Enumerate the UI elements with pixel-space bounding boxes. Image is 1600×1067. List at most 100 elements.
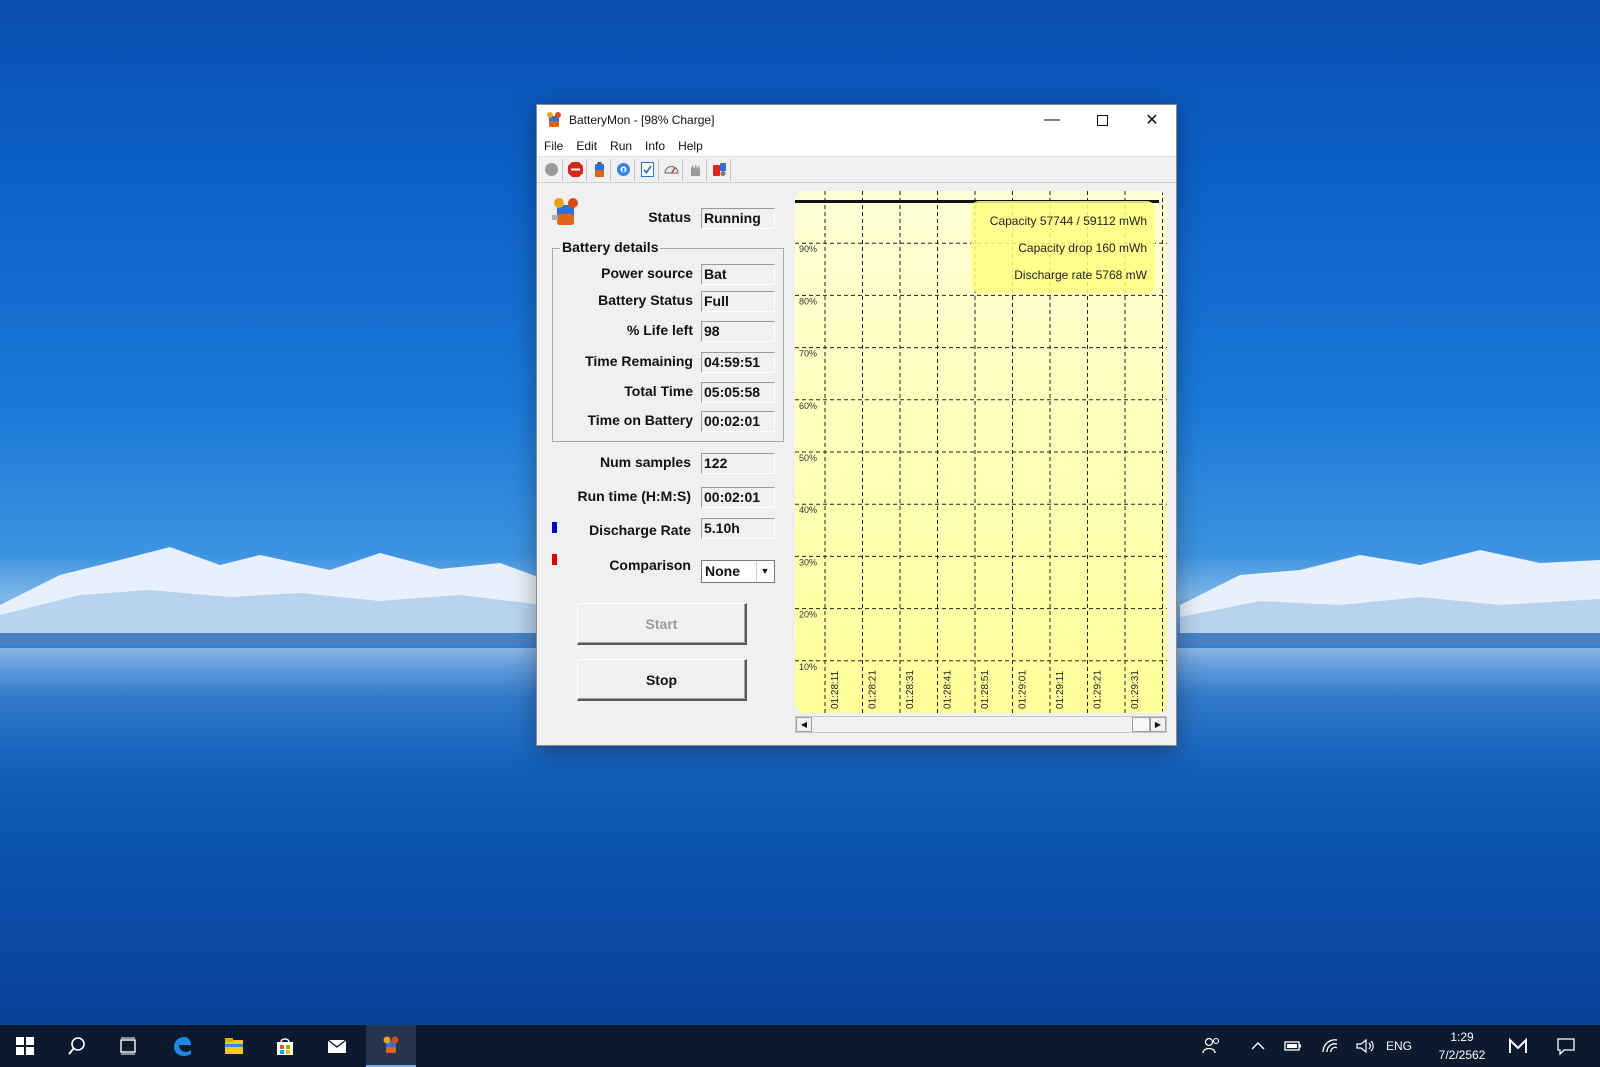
volume-button[interactable]	[1350, 1025, 1380, 1067]
battery-settings-icon	[712, 163, 726, 176]
toolbar-info-button[interactable]	[612, 158, 635, 181]
action-center-button[interactable]	[1546, 1025, 1586, 1067]
close-button[interactable]: ✕	[1128, 105, 1176, 135]
battery-icon	[594, 162, 604, 177]
battery-details-title: Battery details	[560, 239, 661, 255]
search-button[interactable]	[52, 1025, 102, 1067]
menu-info[interactable]: Info	[645, 139, 665, 153]
menu-run[interactable]: Run	[610, 139, 632, 153]
close-icon: ✕	[1145, 112, 1159, 129]
clock-time[interactable]: 1:29	[1437, 1030, 1487, 1044]
batterymon-logo-icon	[552, 198, 578, 225]
mail-button[interactable]	[312, 1025, 362, 1067]
title-bar[interactable]: BatteryMon - [98% Charge] — ✕	[537, 105, 1176, 135]
x-tick-label: 01:29:21	[1093, 670, 1104, 709]
life-left-label: % Life left	[626, 322, 693, 338]
x-tick-label: 01:29:11	[1055, 670, 1066, 709]
toolbar-record-button[interactable]	[540, 158, 563, 181]
run-time-field: 00:02:01	[701, 487, 775, 508]
edge-icon	[174, 1037, 191, 1056]
toolbar	[537, 157, 1176, 183]
battery-tray-icon	[1284, 1041, 1301, 1051]
chevron-up-icon	[1251, 1042, 1265, 1050]
menu-file[interactable]: File	[544, 139, 563, 153]
stop-button[interactable]: Stop	[577, 659, 747, 701]
minimize-button[interactable]: —	[1028, 105, 1076, 135]
edge-button[interactable]	[157, 1025, 207, 1067]
toolbar-battery-settings-button[interactable]	[708, 158, 731, 181]
gauge-icon	[663, 166, 679, 174]
menu-bar: File Edit Run Info Help	[537, 135, 1176, 157]
task-view-button[interactable]	[103, 1025, 153, 1067]
chevron-down-icon[interactable]: ▼	[756, 562, 773, 581]
total-time-label: Total Time	[624, 383, 693, 399]
start-button[interactable]: Start	[577, 603, 747, 645]
y-tick-label: 90%	[799, 244, 817, 254]
start-icon	[16, 1037, 34, 1055]
y-tick-label: 80%	[799, 296, 817, 306]
y-tick-label: 60%	[799, 401, 817, 411]
comparison-select[interactable]: None ▼	[701, 560, 775, 583]
y-tick-label: 70%	[799, 349, 817, 359]
capacity-annotation: Capacity 57744 / 59112 mWh	[990, 214, 1147, 228]
x-tick-label: 01:28:21	[868, 670, 879, 709]
scroll-right-button[interactable]: ▶	[1150, 717, 1166, 732]
comparison-label: Comparison	[609, 557, 691, 573]
discharge-rate-annotation: Discharge rate 5768 mW	[1014, 268, 1147, 282]
start-button[interactable]	[0, 1025, 50, 1067]
maximize-button[interactable]	[1078, 105, 1126, 135]
batterymon-icon	[383, 1036, 399, 1053]
run-time-label: Run time (H:M:S)	[577, 488, 691, 504]
scroll-thumb[interactable]	[1132, 717, 1150, 732]
time-remaining-label: Time Remaining	[585, 353, 693, 369]
num-samples-field: 122	[701, 453, 775, 474]
meet-now-button[interactable]	[1500, 1025, 1536, 1067]
scroll-left-button[interactable]: ◀	[796, 717, 812, 732]
x-tick-label: 01:28:11	[830, 670, 841, 709]
file-explorer-button[interactable]	[209, 1025, 259, 1067]
clock-date[interactable]: 7/2/2562	[1432, 1048, 1492, 1062]
tray-overflow-button[interactable]	[1244, 1025, 1272, 1067]
language-indicator[interactable]: ENG	[1386, 1039, 1412, 1053]
comparison-marker	[552, 554, 557, 565]
task-view-icon	[120, 1037, 136, 1055]
comparison-value: None	[705, 563, 740, 579]
menu-help[interactable]: Help	[678, 139, 703, 153]
discharge-rate-marker	[552, 522, 557, 533]
toolbar-hand-button[interactable]	[684, 158, 707, 181]
y-tick-label: 50%	[799, 453, 817, 463]
toolbar-gauge-button[interactable]	[660, 158, 683, 181]
time-on-battery-label: Time on Battery	[587, 412, 693, 428]
store-button[interactable]	[260, 1025, 310, 1067]
x-tick-label: 01:28:51	[980, 670, 991, 709]
file-explorer-icon	[225, 1038, 243, 1054]
toolbar-stop-button[interactable]	[564, 158, 587, 181]
batterymon-taskbar-button[interactable]	[366, 1025, 416, 1067]
maximize-icon	[1096, 114, 1108, 126]
time-on-battery-field: 00:02:01	[701, 411, 775, 432]
search-icon	[68, 1037, 85, 1055]
minimize-icon: —	[1044, 111, 1060, 128]
window-title: BatteryMon - [98% Charge]	[569, 113, 715, 127]
time-remaining-field: 04:59:51	[701, 352, 775, 373]
people-icon	[1202, 1037, 1220, 1054]
capacity-drop-annotation: Capacity drop 160 mWh	[1018, 241, 1147, 255]
y-tick-label: 10%	[799, 662, 817, 672]
batterymon-window: BatteryMon - [98% Charge] — ✕ File Edit …	[536, 104, 1177, 746]
total-time-field: 05:05:58	[701, 382, 775, 403]
checklist-icon	[640, 162, 654, 177]
battery-tray-button[interactable]	[1278, 1025, 1308, 1067]
chevron-right-icon: ▶	[1154, 720, 1162, 729]
y-tick-label: 30%	[799, 557, 817, 567]
network-button[interactable]	[1316, 1025, 1346, 1067]
x-tick-label: 01:28:41	[943, 670, 954, 709]
x-tick-label: 01:29:31	[1130, 670, 1141, 709]
store-icon	[277, 1038, 293, 1055]
mail-icon	[327, 1039, 347, 1053]
menu-edit[interactable]: Edit	[576, 139, 597, 153]
speaker-icon	[1356, 1038, 1374, 1054]
toolbar-battery-button[interactable]	[588, 158, 611, 181]
toolbar-checklist-button[interactable]	[636, 158, 659, 181]
chart-scrollbar[interactable]: ◀ ▶	[795, 716, 1167, 733]
people-button[interactable]	[1194, 1025, 1228, 1067]
